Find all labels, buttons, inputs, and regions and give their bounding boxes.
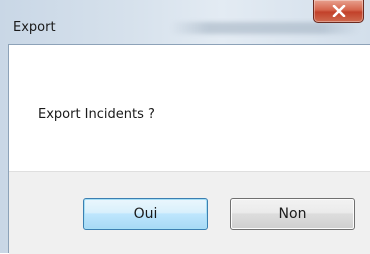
yes-button[interactable]: Oui (83, 198, 208, 230)
close-button[interactable] (313, 0, 364, 23)
blurred-background-title (170, 22, 360, 34)
export-dialog-window: Export Export Incidents ? Oui Non (0, 0, 370, 254)
window-title: Export (13, 20, 56, 35)
yes-button-label: Oui (133, 206, 158, 222)
dialog-message: Export Incidents ? (38, 107, 155, 122)
dialog-content: Export Incidents ? Oui Non (8, 44, 370, 254)
no-button[interactable]: Non (230, 198, 355, 230)
dialog-button-bar: Oui Non (9, 171, 370, 254)
no-button-label: Non (278, 206, 307, 222)
close-icon (332, 5, 346, 17)
title-bar[interactable]: Export (0, 0, 370, 44)
